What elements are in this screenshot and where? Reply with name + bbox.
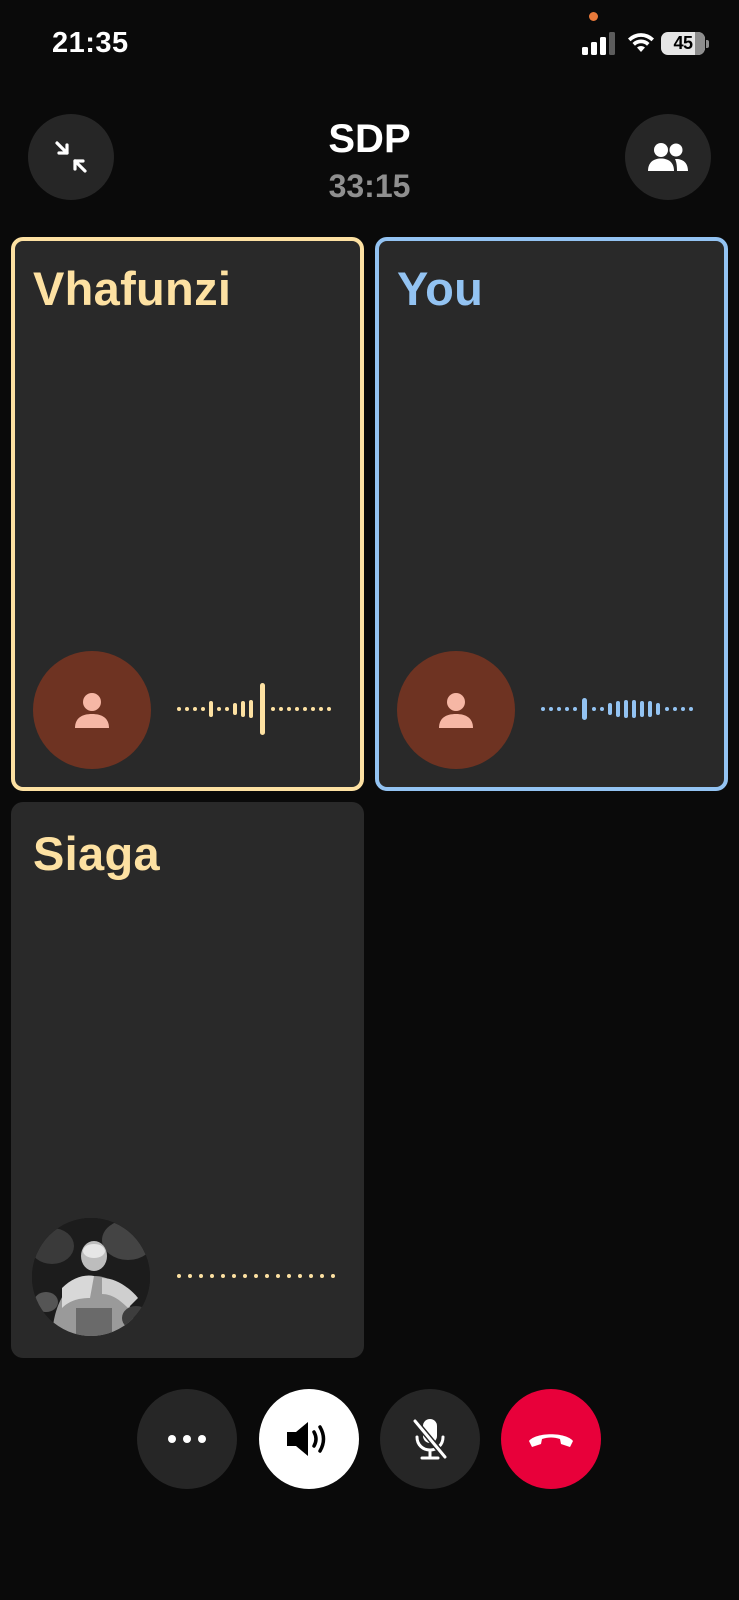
wifi-icon xyxy=(628,33,654,52)
person-icon xyxy=(75,693,109,728)
end-call-button[interactable] xyxy=(501,1389,601,1489)
audio-level-wave xyxy=(177,683,331,735)
cellular-signal-icon xyxy=(582,32,615,55)
battery-level: 45 xyxy=(673,33,693,53)
avatar-photo xyxy=(32,1218,150,1336)
mic-off-icon xyxy=(412,1419,448,1460)
battery-tip xyxy=(706,40,709,48)
status-time: 21:35 xyxy=(52,27,129,59)
privacy-indicator xyxy=(589,12,598,21)
participant-tile-you[interactable]: You xyxy=(375,237,728,791)
audio-level-wave xyxy=(177,1274,335,1278)
participant-tile-siaga[interactable]: Siaga xyxy=(11,802,364,1358)
participants-icon xyxy=(648,143,688,171)
participant-tile-vhafunzi[interactable]: Vhafunzi xyxy=(11,237,364,791)
avatar xyxy=(33,651,151,769)
hang-up-icon xyxy=(529,1434,573,1447)
avatar xyxy=(397,651,515,769)
audio-level-wave xyxy=(541,698,693,720)
person-icon xyxy=(439,693,473,728)
battery-icon: 45 xyxy=(661,32,705,55)
participant-name: Vhafunzi xyxy=(33,262,232,315)
speaker-icon xyxy=(287,1422,326,1456)
participants-button[interactable] xyxy=(625,114,711,200)
more-dots-icon xyxy=(168,1435,206,1443)
speaker-button[interactable] xyxy=(259,1389,359,1489)
mute-button[interactable] xyxy=(380,1389,480,1489)
participant-name: Siaga xyxy=(33,827,160,880)
participant-name: You xyxy=(397,262,484,315)
profile-photo xyxy=(32,1218,150,1336)
more-options-button[interactable] xyxy=(137,1389,237,1489)
